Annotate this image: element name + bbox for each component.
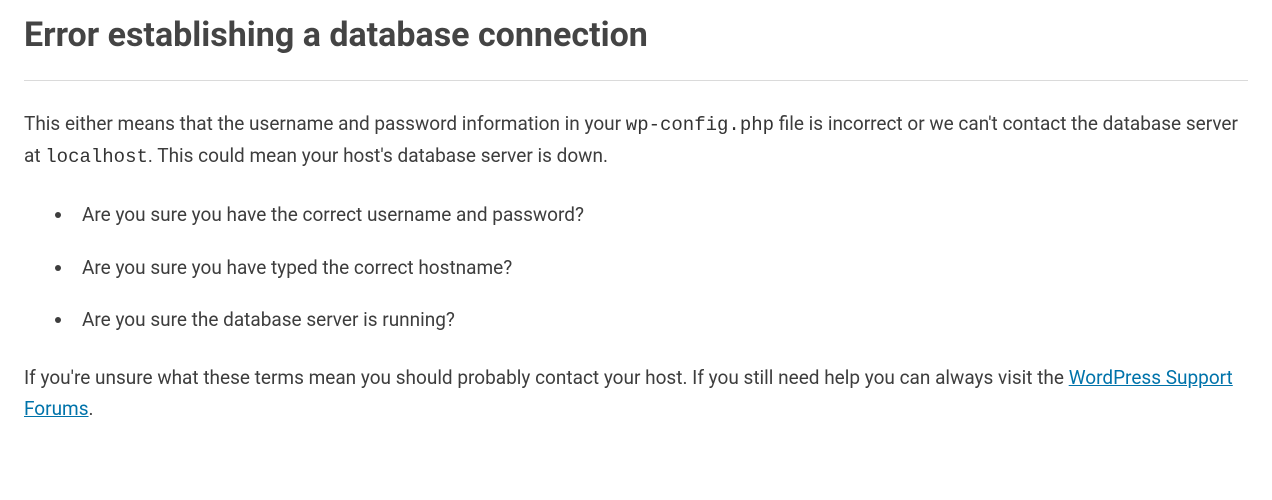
intro-text-3: . This could mean your host's database s…: [148, 144, 608, 167]
list-item: Are you sure you have typed the correct …: [74, 253, 1248, 283]
wp-config-code: wp-config.php: [626, 114, 774, 136]
intro-text-1: This either means that the username and …: [24, 112, 626, 135]
outro-text-1: If you're unsure what these terms mean y…: [24, 366, 1069, 389]
list-item: Are you sure you have the correct userna…: [74, 200, 1248, 230]
outro-text-2: .: [89, 397, 94, 420]
troubleshoot-list: Are you sure you have the correct userna…: [24, 200, 1248, 335]
outro-paragraph: If you're unsure what these terms mean y…: [24, 363, 1248, 424]
intro-paragraph: This either means that the username and …: [24, 109, 1248, 172]
list-item: Are you sure the database server is runn…: [74, 305, 1248, 335]
localhost-code: localhost: [45, 146, 148, 168]
page-title: Error establishing a database connection: [24, 8, 1248, 81]
